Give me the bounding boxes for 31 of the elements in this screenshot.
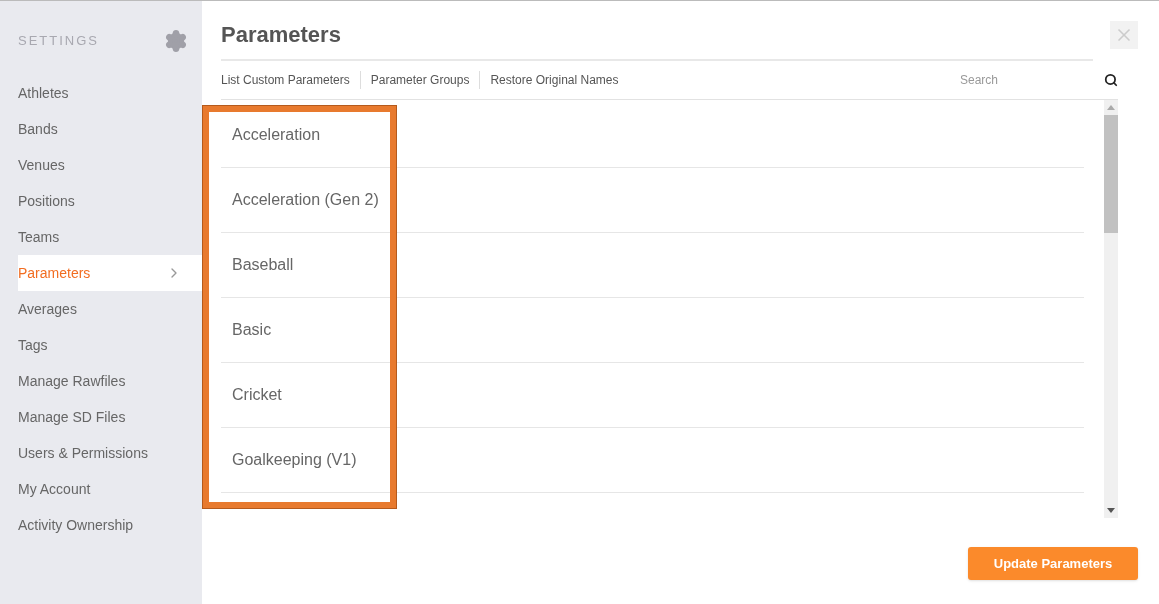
sidebar-item[interactable]: Tags (18, 327, 202, 363)
sidebar-item[interactable]: Venues (18, 147, 202, 183)
list-row[interactable]: Cricket (221, 363, 1084, 428)
list-row[interactable]: Basic (221, 298, 1084, 363)
sidebar-item[interactable]: Positions (18, 183, 202, 219)
sidebar-item[interactable]: Manage SD Files (18, 399, 202, 435)
list-row[interactable]: Baseball (221, 233, 1084, 298)
close-button[interactable] (1110, 21, 1138, 49)
list-row[interactable]: Acceleration (221, 103, 1084, 168)
page-title: Parameters (221, 18, 1093, 61)
settings-icon[interactable] (164, 29, 188, 53)
scrollbar[interactable] (1104, 100, 1118, 518)
toolbar-link[interactable]: Parameter Groups (359, 71, 480, 89)
list-row[interactable]: Acceleration (Gen 2) (221, 168, 1084, 233)
scroll-up-icon[interactable] (1107, 105, 1115, 110)
sidebar-item[interactable]: My Account (18, 471, 202, 507)
sidebar-item[interactable]: Bands (18, 111, 202, 147)
search-field[interactable]: Search (960, 71, 1100, 89)
sidebar-item[interactable]: Averages (18, 291, 202, 327)
list-row[interactable]: Goalkeeping (V1) (221, 428, 1084, 493)
sidebar-item[interactable]: Activity Ownership (18, 507, 202, 543)
scroll-down-icon[interactable] (1107, 508, 1115, 513)
sidebar-heading: SETTINGS (18, 32, 99, 51)
sidebar-item[interactable]: Users & Permissions (18, 435, 202, 471)
sidebar-item[interactable]: Manage Rawfiles (18, 363, 202, 399)
sidebar-item[interactable]: Parameters (18, 255, 202, 291)
toolbar-link[interactable]: List Custom Parameters (221, 71, 360, 89)
sidebar-item[interactable]: Teams (18, 219, 202, 255)
sidebar-item[interactable]: Athletes (18, 75, 202, 111)
search-icon[interactable] (1104, 73, 1118, 87)
toolbar-link[interactable]: Restore Original Names (479, 71, 629, 89)
